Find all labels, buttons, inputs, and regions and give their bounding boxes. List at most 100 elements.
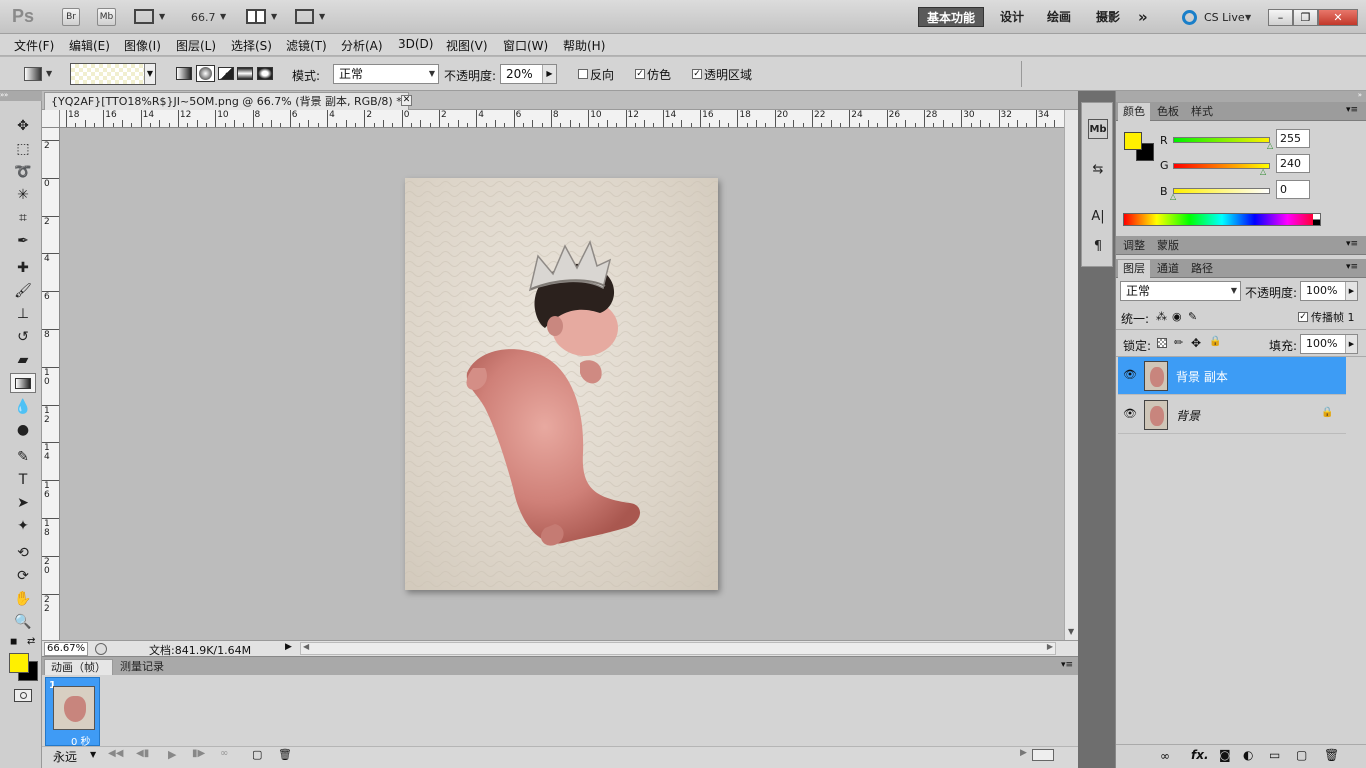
3d-orbit-tool-icon[interactable]: ⟳ bbox=[10, 566, 36, 586]
lock-position-icon[interactable]: ✥ bbox=[1191, 336, 1201, 350]
blend-mode-select[interactable]: 正常 ▼ bbox=[1120, 281, 1241, 301]
menu-select[interactable]: 选择(S) bbox=[231, 37, 272, 54]
tab-masks[interactable]: 蒙版 bbox=[1152, 237, 1184, 255]
delete-frame-icon[interactable]: 🗑 bbox=[278, 748, 292, 761]
default-colors-icon[interactable]: ◼ bbox=[10, 637, 17, 647]
menu-window[interactable]: 窗口(W) bbox=[503, 37, 548, 54]
trash-icon[interactable]: 🗑 bbox=[1324, 748, 1339, 762]
animation-frame-1[interactable]: 1 0 秒 bbox=[45, 677, 100, 748]
linear-gradient-icon[interactable] bbox=[176, 67, 192, 80]
scroll-down-icon[interactable]: ▼ bbox=[1068, 627, 1074, 636]
black-white-ramp[interactable] bbox=[1313, 214, 1320, 225]
vertical-ruler[interactable]: 2 0 2 4 6 8 10 12 14 16 18 20 22 bbox=[42, 128, 60, 640]
tween-icon[interactable]: ∞ bbox=[220, 748, 228, 759]
dither-checkbox[interactable]: ✓ bbox=[635, 69, 645, 79]
document-tab[interactable]: {YQ2AF}[TTO18%R$}JI~5OM.png @ 66.7% (背景 … bbox=[44, 92, 409, 110]
character-panel-icon[interactable]: A| bbox=[1088, 207, 1108, 227]
history-brush-tool-icon[interactable]: ↺ bbox=[10, 327, 36, 347]
blur-tool-icon[interactable]: 💧 bbox=[10, 397, 36, 417]
foreground-color-swatch[interactable] bbox=[9, 653, 29, 673]
group-icon[interactable]: ▭ bbox=[1269, 748, 1280, 762]
paragraph-panel-icon[interactable]: ¶ bbox=[1088, 237, 1108, 257]
workspace-design[interactable]: 设计 bbox=[992, 7, 1032, 27]
layer-row[interactable]: 👁 背景 🔒 bbox=[1118, 396, 1346, 434]
gradient-tool-icon[interactable] bbox=[10, 373, 36, 393]
first-frame-icon[interactable]: ◀◀ bbox=[108, 748, 123, 759]
path-selection-tool-icon[interactable]: ➤ bbox=[10, 493, 36, 513]
scroll-right-icon[interactable]: ▶ bbox=[1020, 748, 1027, 758]
pen-tool-icon[interactable]: ✎ bbox=[10, 447, 36, 467]
eye-icon[interactable]: 👁 bbox=[1123, 368, 1137, 381]
arrange-documents-icon[interactable] bbox=[246, 9, 266, 24]
link-icon[interactable]: ∞ bbox=[1160, 749, 1170, 763]
workspace-photography[interactable]: 摄影 bbox=[1088, 7, 1128, 27]
cs-live-button[interactable]: CS Live bbox=[1204, 11, 1245, 24]
green-slider[interactable] bbox=[1173, 163, 1270, 169]
adjustment-icon[interactable]: ◐ bbox=[1243, 748, 1253, 762]
close-tab-icon[interactable]: ✕ bbox=[401, 95, 412, 106]
restore-button[interactable]: ❐ bbox=[1293, 9, 1318, 26]
cs-live-icon[interactable] bbox=[1182, 10, 1197, 25]
menu-analysis[interactable]: 分析(A) bbox=[341, 37, 383, 54]
bridge-button[interactable]: Br bbox=[62, 8, 80, 26]
radial-gradient-button[interactable] bbox=[196, 65, 215, 82]
eye-icon[interactable]: 👁 bbox=[1123, 407, 1137, 420]
menu-image[interactable]: 图像(I) bbox=[124, 37, 161, 54]
chevron-right-icon[interactable]: ▶ bbox=[1345, 282, 1357, 300]
chevron-down-icon[interactable]: ▼ bbox=[220, 12, 226, 21]
screen-mode-icon[interactable] bbox=[295, 9, 314, 24]
collapse-icon[interactable]: » bbox=[0, 91, 12, 101]
tab-styles[interactable]: 样式 bbox=[1186, 103, 1218, 121]
fill-input[interactable]: 100% ▶ bbox=[1300, 334, 1358, 354]
blue-input[interactable]: 0 bbox=[1276, 180, 1310, 199]
mode-select[interactable]: 正常 ▼ bbox=[333, 64, 439, 84]
quick-mask-icon[interactable] bbox=[14, 689, 32, 702]
chevron-down-icon[interactable]: ▼ bbox=[319, 12, 325, 21]
blue-slider-thumb[interactable]: △ bbox=[1170, 192, 1176, 201]
tab-channels[interactable]: 通道 bbox=[1152, 260, 1184, 278]
lock-transparent-icon[interactable] bbox=[1157, 338, 1167, 348]
close-button[interactable]: ✕ bbox=[1318, 9, 1358, 26]
eyedropper-tool-icon[interactable]: ✒ bbox=[10, 231, 36, 251]
menu-edit[interactable]: 编辑(E) bbox=[69, 37, 110, 54]
propagate-frame-checkbox[interactable]: ✓ bbox=[1298, 312, 1308, 322]
history-panel-icon[interactable]: ⇆ bbox=[1088, 160, 1108, 180]
lock-pixels-icon[interactable]: ✏ bbox=[1174, 336, 1183, 349]
chevron-right-icon[interactable]: ▶ bbox=[542, 65, 556, 83]
timer-icon[interactable] bbox=[95, 643, 107, 655]
tab-animation[interactable]: 动画（帧） bbox=[44, 659, 113, 675]
green-input[interactable]: 240 bbox=[1276, 154, 1310, 173]
red-slider[interactable] bbox=[1173, 137, 1270, 143]
panel-menu-icon[interactable]: ▾≡ bbox=[1346, 239, 1358, 249]
horizontal-ruler[interactable]: 18 16 14 12 10 8 6 4 2 0 2 4 6 8 10 12 14 16 18 20 22 24 26 28 3… bbox=[60, 110, 1064, 128]
zoom-tool-icon[interactable]: 🔍 bbox=[10, 612, 36, 632]
panel-menu-icon[interactable]: ▾≡ bbox=[1346, 262, 1358, 272]
scroll-right-icon[interactable]: ▶ bbox=[1047, 642, 1053, 651]
workspace-essentials[interactable]: 基本功能 bbox=[918, 7, 984, 27]
loop-select[interactable]: 永远 bbox=[53, 748, 77, 765]
spot-healing-tool-icon[interactable]: ✚ bbox=[10, 258, 36, 278]
mini-bridge-button[interactable]: Mb bbox=[97, 8, 116, 26]
chevron-down-icon[interactable]: ▼ bbox=[271, 12, 277, 21]
fx-icon[interactable]: fx. bbox=[1191, 748, 1209, 762]
type-tool-icon[interactable]: T bbox=[10, 470, 36, 490]
document-image[interactable] bbox=[405, 178, 718, 590]
lasso-tool-icon[interactable]: ➰ bbox=[10, 162, 36, 182]
shape-tool-icon[interactable]: ✦ bbox=[10, 516, 36, 536]
chevron-right-icon[interactable]: ▶ bbox=[1345, 335, 1357, 353]
panel-menu-icon[interactable]: ▾≡ bbox=[1346, 105, 1358, 115]
unify-position-icon[interactable]: ⁂ bbox=[1156, 310, 1167, 323]
color-spectrum[interactable] bbox=[1123, 213, 1321, 226]
view-extras-icon[interactable] bbox=[134, 9, 154, 24]
tab-swatches[interactable]: 色板 bbox=[1152, 103, 1184, 121]
chevron-down-icon[interactable]: ▼ bbox=[1245, 13, 1251, 22]
scroll-left-icon[interactable]: ◀ bbox=[303, 642, 309, 651]
convert-to-timeline-icon[interactable] bbox=[1032, 749, 1054, 761]
menu-view[interactable]: 视图(V) bbox=[446, 37, 488, 54]
hand-tool-icon[interactable]: ✋ bbox=[10, 589, 36, 609]
new-layer-icon[interactable]: ▢ bbox=[1296, 748, 1307, 762]
mask-icon[interactable]: ◙ bbox=[1219, 748, 1231, 762]
chevron-down-icon[interactable]: ▼ bbox=[90, 750, 96, 759]
eraser-tool-icon[interactable]: ▰ bbox=[10, 350, 36, 370]
vertical-scrollbar[interactable]: ▼ bbox=[1064, 110, 1078, 640]
